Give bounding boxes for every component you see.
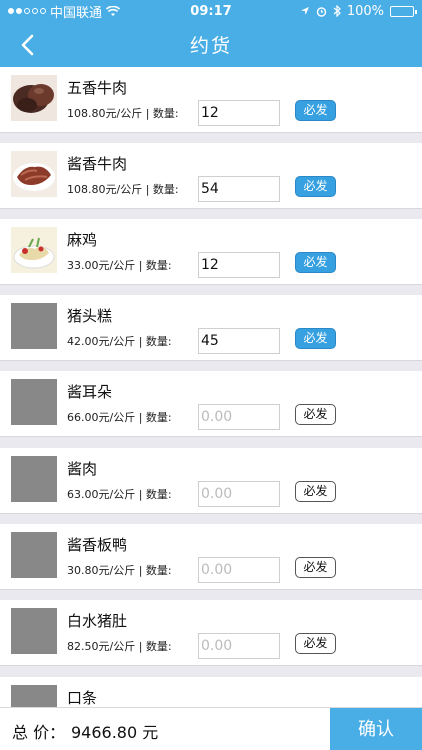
- product-name: 麻鸡: [67, 231, 98, 249]
- quantity-input[interactable]: [198, 481, 280, 507]
- product-image-placeholder: [11, 685, 57, 707]
- product-image: [11, 151, 57, 197]
- quantity-input[interactable]: [198, 176, 280, 202]
- list-item: 白水猪肚 82.50元/公斤 | 数量: 必发: [0, 600, 422, 666]
- list-item: 五香牛肉 108.80元/公斤 | 数量: 必发: [0, 67, 422, 133]
- product-name: 酱香牛肉: [67, 155, 128, 173]
- nav-bar: 约货: [0, 22, 422, 67]
- product-price: 42.00元/公斤 | 数量:: [67, 335, 172, 348]
- app-header: 中国联通 09:17 100% 约货: [0, 0, 422, 67]
- signal-icon: [8, 8, 46, 14]
- bluetooth-icon: [333, 5, 341, 17]
- product-price: 108.80元/公斤 | 数量:: [67, 107, 179, 120]
- battery-percent: 100%: [346, 3, 384, 19]
- product-price: 66.00元/公斤 | 数量:: [67, 411, 172, 424]
- product-name: 酱香板鸭: [67, 536, 128, 554]
- quantity-input[interactable]: [198, 404, 280, 430]
- product-name: 口条: [67, 689, 98, 707]
- product-image: [11, 75, 57, 121]
- list-item: 酱肉 63.00元/公斤 | 数量: 必发: [0, 448, 422, 514]
- total-price: 9466.80 元: [71, 723, 159, 742]
- must-send-button[interactable]: 必发: [295, 481, 336, 502]
- list-item: 酱香板鸭 30.80元/公斤 | 数量: 必发: [0, 524, 422, 590]
- quantity-input[interactable]: [198, 252, 280, 278]
- page-title: 约货: [189, 35, 232, 57]
- must-send-button[interactable]: 必发: [295, 252, 336, 273]
- list-item: 麻鸡 33.00元/公斤 | 数量: 必发: [0, 219, 422, 285]
- quantity-input[interactable]: [198, 328, 280, 354]
- product-price: 108.80元/公斤 | 数量:: [67, 183, 179, 196]
- chevron-left-icon: [21, 34, 34, 56]
- product-price: 30.80元/公斤 | 数量:: [67, 564, 172, 577]
- list-item: 酱香牛肉 108.80元/公斤 | 数量: 必发: [0, 143, 422, 209]
- order-footer: 总 价： 9466.80 元 确认: [0, 707, 422, 750]
- product-list[interactable]: 五香牛肉 108.80元/公斤 | 数量: 必发 酱香牛肉 108.80元/公斤…: [0, 67, 422, 707]
- product-price: 82.50元/公斤 | 数量:: [67, 640, 172, 653]
- must-send-button[interactable]: 必发: [295, 404, 336, 425]
- product-image: [11, 227, 57, 273]
- list-item: 口条: [0, 677, 422, 707]
- status-left: 中国联通: [8, 2, 158, 21]
- quantity-input[interactable]: [198, 100, 280, 126]
- carrier-name: 中国联通: [50, 5, 103, 21]
- must-send-button[interactable]: 必发: [295, 633, 336, 654]
- quantity-input[interactable]: [198, 633, 280, 659]
- back-button[interactable]: [10, 28, 44, 62]
- product-name: 猪头糕: [67, 307, 113, 325]
- product-price: 63.00元/公斤 | 数量:: [67, 488, 172, 501]
- must-send-button[interactable]: 必发: [295, 328, 336, 349]
- product-name: 酱肉: [67, 460, 98, 478]
- must-send-button[interactable]: 必发: [295, 557, 336, 578]
- product-image-placeholder: [11, 303, 57, 349]
- list-item: 猪头糕 42.00元/公斤 | 数量: 必发: [0, 295, 422, 361]
- product-name: 白水猪肚: [67, 612, 128, 630]
- product-image-placeholder: [11, 608, 57, 654]
- must-send-button[interactable]: 必发: [295, 176, 336, 197]
- status-bar: 中国联通 09:17 100%: [0, 0, 422, 22]
- total-label: 总 价：: [12, 723, 66, 742]
- alarm-icon: [316, 6, 327, 17]
- location-icon: [300, 7, 309, 15]
- product-image-placeholder: [11, 456, 57, 502]
- product-name: 酱耳朵: [67, 383, 113, 401]
- status-right: 100%: [300, 3, 417, 19]
- product-image-placeholder: [11, 532, 57, 578]
- must-send-button[interactable]: 必发: [295, 100, 336, 121]
- confirm-button[interactable]: 确认: [330, 708, 422, 750]
- product-name: 五香牛肉: [67, 79, 128, 97]
- quantity-input[interactable]: [198, 557, 280, 583]
- product-image-placeholder: [11, 379, 57, 425]
- product-price: 33.00元/公斤 | 数量:: [67, 259, 172, 272]
- battery-icon: [390, 5, 417, 17]
- list-item: 酱耳朵 66.00元/公斤 | 数量: 必发: [0, 371, 422, 437]
- wifi-icon: [106, 5, 121, 16]
